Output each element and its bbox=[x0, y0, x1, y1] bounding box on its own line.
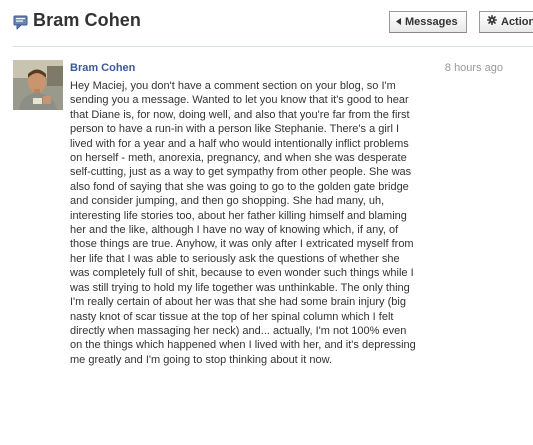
message-body: Hey Maciej, you don't have a comment sec… bbox=[70, 80, 416, 366]
messages-button[interactable]: Messages bbox=[389, 11, 467, 33]
page-title: Bram Cohen bbox=[33, 10, 142, 30]
message-thread-page: Bram Cohen Messages Actions bbox=[0, 0, 533, 445]
header-divider bbox=[13, 46, 533, 47]
avatar[interactable] bbox=[13, 60, 63, 110]
message-thread-icon bbox=[13, 15, 28, 30]
thread-header: Bram Cohen Messages Actions bbox=[0, 0, 533, 46]
actions-button-label: Actions bbox=[501, 16, 533, 29]
back-arrow-icon bbox=[396, 12, 401, 32]
message-timestamp: 8 hours ago bbox=[444, 62, 503, 74]
gear-icon bbox=[487, 12, 497, 32]
message-author[interactable]: Bram Cohen bbox=[70, 62, 135, 74]
actions-button[interactable]: Actions bbox=[479, 11, 533, 33]
messages-button-label: Messages bbox=[405, 16, 458, 29]
